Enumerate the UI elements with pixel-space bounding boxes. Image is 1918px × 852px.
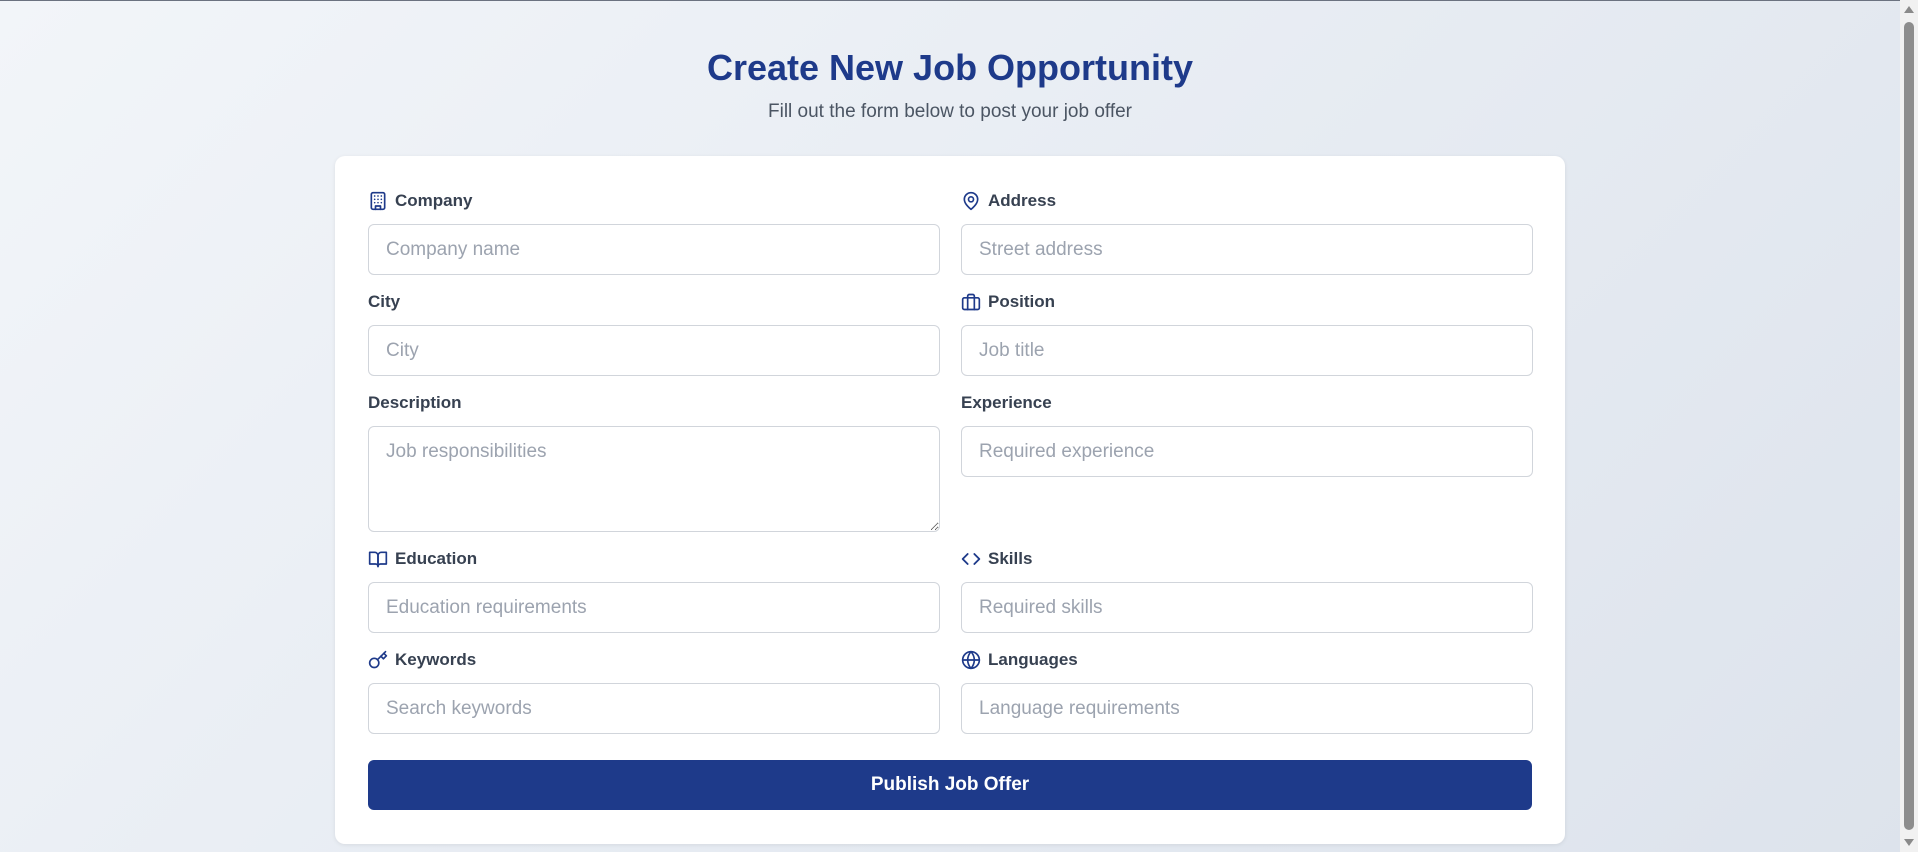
address-label: Address [988,191,1057,210]
building-icon [368,191,388,211]
languages-field-group: Languages [961,649,1533,734]
briefcase-icon [961,292,981,312]
description-label: Description [368,393,462,412]
languages-input[interactable] [961,683,1533,734]
map-pin-icon [961,191,981,211]
skills-field-group: Skills [961,548,1533,633]
experience-field-group: Experience [961,392,1533,477]
address-field-group: Address [961,190,1533,275]
position-input[interactable] [961,325,1533,376]
scroll-down-arrow-icon[interactable] [1904,839,1914,846]
description-field-group: Description [368,392,940,537]
position-label: Position [988,292,1056,311]
keywords-field-group: Keywords [368,649,940,734]
description-textarea[interactable] [368,426,940,532]
experience-input[interactable] [961,426,1533,477]
keywords-label: Keywords [395,650,477,669]
code-icon [961,549,981,569]
book-icon [368,549,388,569]
city-field-group: City [368,291,940,376]
education-label: Education [395,549,478,568]
skills-input[interactable] [961,582,1533,633]
vertical-scrollbar[interactable] [1900,0,1918,852]
scroll-up-arrow-icon[interactable] [1904,6,1914,13]
publish-job-offer-button[interactable]: Publish Job Offer [368,760,1532,810]
globe-icon [961,650,981,670]
scrollbar-thumb[interactable] [1904,22,1914,830]
page-subtitle: Fill out the form below to post your job… [768,101,1132,122]
education-field-group: Education [368,548,940,633]
page-header: Create New Job Opportunity Fill out the … [0,46,1900,124]
city-label: City [368,292,401,311]
page: Create New Job Opportunity Fill out the … [0,0,1900,852]
keywords-input[interactable] [368,683,940,734]
company-label: Company [395,191,473,210]
city-input[interactable] [368,325,940,376]
company-field-group: Company [368,190,940,275]
job-form-card: Company Address City [335,156,1565,844]
languages-label: Languages [988,650,1078,669]
key-icon [368,650,388,670]
position-field-group: Position [961,291,1533,376]
page-title: Create New Job Opportunity [706,47,1194,88]
experience-label: Experience [961,393,1052,412]
company-input[interactable] [368,224,940,275]
education-input[interactable] [368,582,940,633]
skills-label: Skills [988,549,1033,568]
address-input[interactable] [961,224,1533,275]
